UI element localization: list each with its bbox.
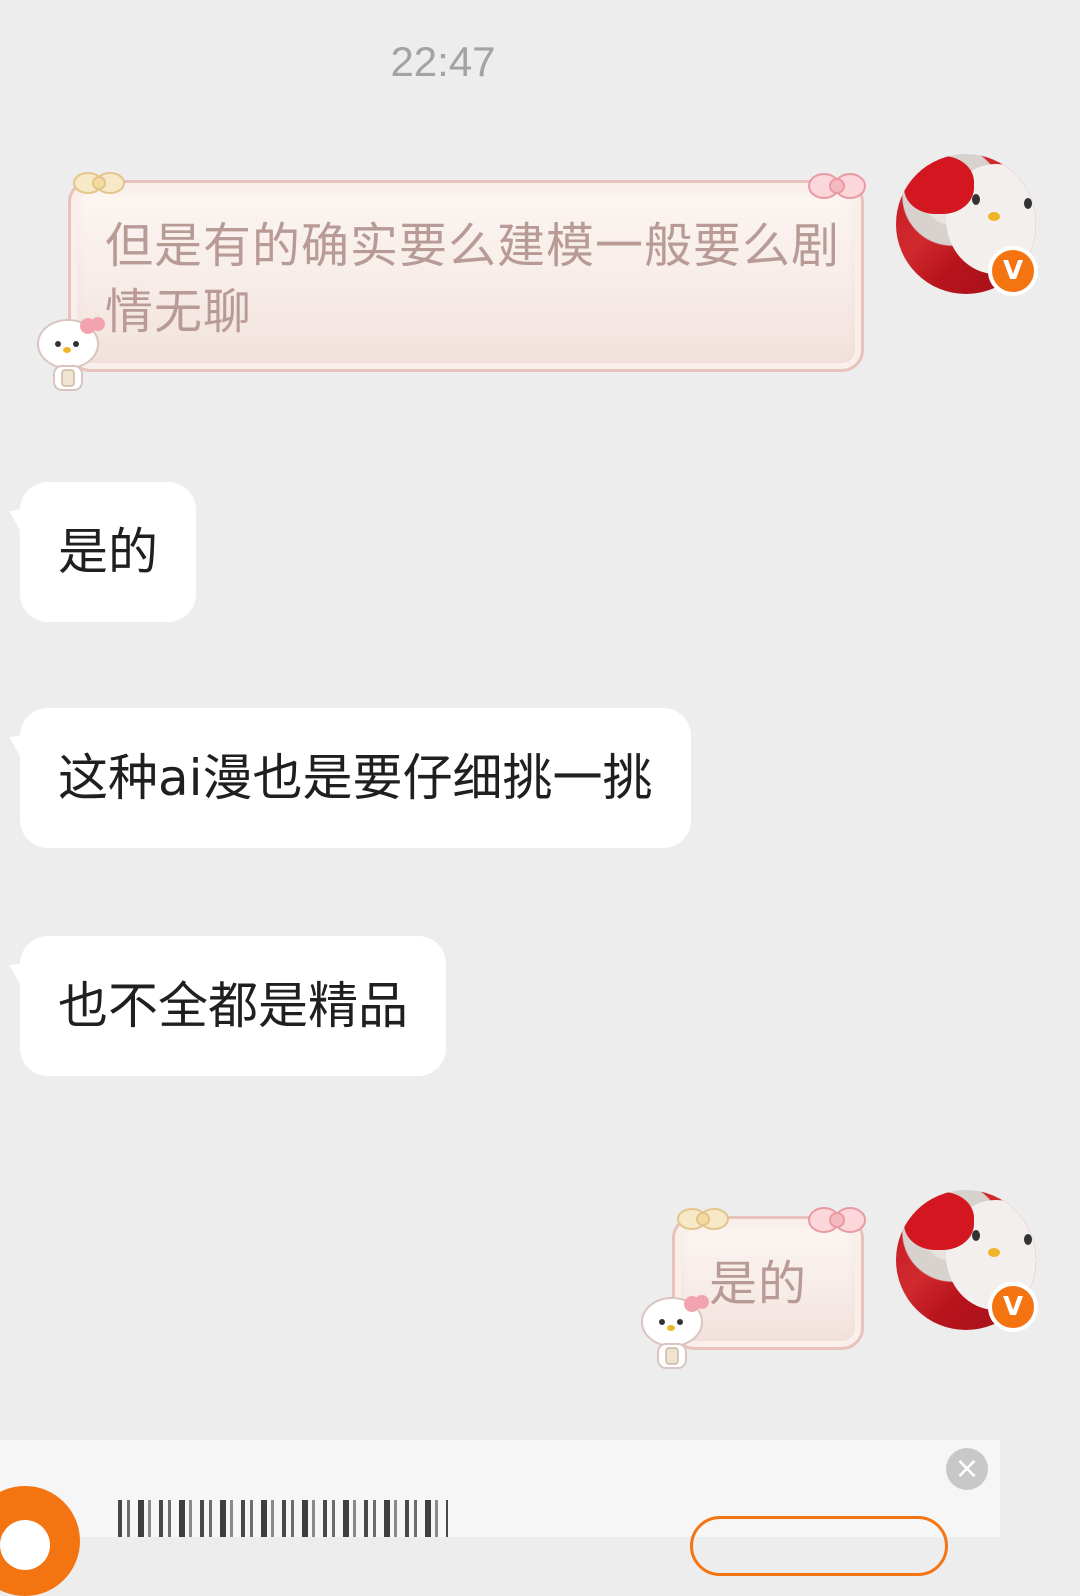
bow-decoration-icon xyxy=(808,173,866,199)
other-message-bubble[interactable]: 也不全都是精品 xyxy=(20,936,446,1076)
bow-decoration-icon xyxy=(677,1208,729,1230)
message-text: 但是有的确实要么建模一般要么剧情无聊 xyxy=(105,218,841,340)
message-text: 是的 xyxy=(58,523,158,581)
other-message-bubble[interactable]: 这种ai漫也是要仔细挑一挑 xyxy=(20,708,691,848)
chat-area[interactable]: 22:47 但是有的确实要么建模一般要么剧情无聊 V 是的 这种ai漫也是要仔细… xyxy=(0,0,1080,1440)
verified-badge-icon: V xyxy=(988,246,1038,296)
bottom-side-area xyxy=(1000,1440,1080,1537)
hello-kitty-sticker-icon xyxy=(37,317,105,391)
hello-kitty-sticker-icon xyxy=(641,1295,709,1369)
other-message-bubble[interactable]: 是的 xyxy=(20,482,196,622)
bow-decoration-icon xyxy=(73,172,125,194)
message-text: 这种ai漫也是要仔细挑一挑 xyxy=(58,749,653,807)
blurred-card-text xyxy=(118,1500,448,1537)
verified-badge-icon: V xyxy=(988,1282,1038,1332)
card-action-button[interactable] xyxy=(690,1516,948,1576)
close-icon[interactable]: × xyxy=(946,1448,988,1490)
self-message-bubble[interactable]: 但是有的确实要么建模一般要么剧情无聊 xyxy=(68,180,864,372)
message-text: 也不全都是精品 xyxy=(58,977,408,1035)
bow-decoration-icon xyxy=(808,1207,866,1233)
message-text: 是的 xyxy=(709,1256,808,1312)
message-timestamp: 22:47 xyxy=(390,38,496,85)
